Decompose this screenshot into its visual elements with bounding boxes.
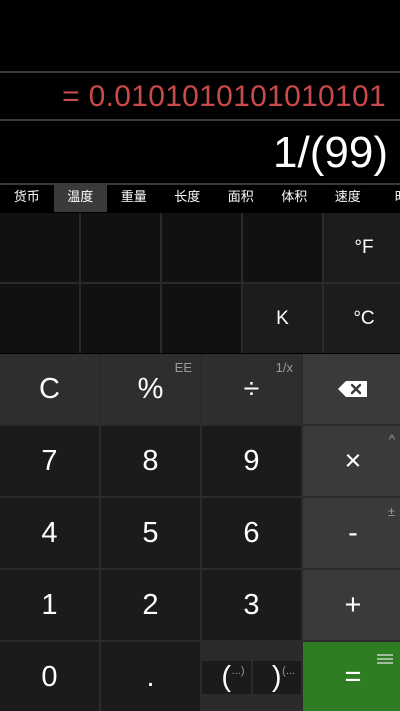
close-paren-button[interactable]: ) (... [252, 661, 301, 694]
digit-3-label: 3 [243, 588, 260, 621]
minus-button[interactable]: - ± [303, 498, 400, 568]
unit-empty-slot [81, 284, 160, 353]
backspace-icon [338, 381, 367, 397]
open-paren-label: ( [221, 661, 232, 693]
tab-volume[interactable]: 体积 [268, 185, 322, 212]
menu-lines-icon [377, 654, 393, 666]
parentheses-group: ( ...) ) (... [202, 642, 301, 711]
digit-4-label: 4 [41, 516, 58, 549]
multiply-label: × [344, 444, 362, 477]
equals-button[interactable]: = [303, 642, 400, 711]
digit-4-button[interactable]: 4 [0, 498, 99, 568]
digit-2-button[interactable]: 2 [101, 570, 200, 640]
digit-7-button[interactable]: 7 [0, 426, 99, 496]
percent-alt-label: EE [174, 360, 192, 375]
plus-label: + [344, 588, 362, 621]
divide-alt-label: 1/x [275, 360, 293, 375]
unit-empty-slot [243, 213, 322, 282]
digit-7-label: 7 [41, 444, 58, 477]
unit-empty-slot [0, 213, 79, 282]
decimal-point-label: . [146, 661, 155, 693]
result-display: = 0.0101010101010101 [62, 80, 386, 113]
open-paren-button[interactable]: ( ...) [202, 661, 251, 694]
tab-weight[interactable]: 重量 [107, 185, 161, 212]
clear-button[interactable]: C [0, 354, 99, 424]
divide-label: ÷ [243, 372, 260, 405]
tab-length[interactable]: 长度 [161, 185, 215, 212]
digit-3-button[interactable]: 3 [202, 570, 301, 640]
unit-celsius-button[interactable]: °C [324, 284, 400, 353]
open-paren-alt-label: ...) [231, 665, 245, 677]
digit-5-button[interactable]: 5 [101, 498, 200, 568]
unit-empty-slot [162, 213, 241, 282]
clear-label: C [39, 372, 60, 405]
unit-conversion-grid: °F K °C [0, 213, 400, 353]
digit-9-label: 9 [243, 444, 260, 477]
digit-6-label: 6 [243, 516, 260, 549]
percent-button[interactable]: % EE [101, 354, 200, 424]
multiply-button[interactable]: × ^ [303, 426, 400, 496]
tab-area[interactable]: 面积 [214, 185, 268, 212]
tab-currency[interactable]: 货币 [0, 185, 54, 212]
divider-top [0, 71, 400, 73]
close-paren-alt-label: (... [282, 665, 295, 677]
digit-8-label: 8 [142, 444, 159, 477]
digit-6-button[interactable]: 6 [202, 498, 301, 568]
digit-0-button[interactable]: 0 [0, 642, 99, 711]
tab-temperature[interactable]: 温度 [53, 185, 107, 212]
divide-button[interactable]: ÷ 1/x [202, 354, 301, 424]
percent-label: % [137, 372, 164, 405]
decimal-point-button[interactable]: . [101, 642, 200, 711]
digit-9-button[interactable]: 9 [202, 426, 301, 496]
expression-display[interactable]: 1/(99) [273, 128, 388, 178]
digit-0-label: 0 [41, 661, 58, 693]
tab-time[interactable]: 时 [375, 185, 400, 212]
multiply-alt-label: ^ [388, 432, 395, 447]
minus-label: - [348, 516, 358, 549]
tab-speed[interactable]: 速度 [321, 185, 375, 212]
digit-5-label: 5 [142, 516, 159, 549]
unit-kelvin-button[interactable]: K [243, 284, 322, 353]
minus-alt-label: ± [387, 504, 395, 519]
digit-1-button[interactable]: 1 [0, 570, 99, 640]
unit-empty-slot [81, 213, 160, 282]
unit-empty-slot [0, 284, 79, 353]
top-blank-area [0, 0, 400, 72]
close-paren-label: ) [271, 661, 282, 693]
unit-category-tabs: 货币 温度 重量 长度 面积 体积 速度 时 [0, 185, 400, 212]
digit-1-label: 1 [41, 588, 58, 621]
keypad: C % EE ÷ 1/x 7 8 9 × ^ 4 5 6 - ± 1 2 3 +… [0, 354, 400, 711]
digit-8-button[interactable]: 8 [101, 426, 200, 496]
digit-2-label: 2 [142, 588, 159, 621]
plus-button[interactable]: + [303, 570, 400, 640]
divider-middle [0, 119, 400, 121]
backspace-button[interactable] [303, 354, 400, 424]
unit-empty-slot [162, 284, 241, 353]
unit-fahrenheit-button[interactable]: °F [324, 213, 400, 282]
equals-label: = [344, 661, 362, 693]
